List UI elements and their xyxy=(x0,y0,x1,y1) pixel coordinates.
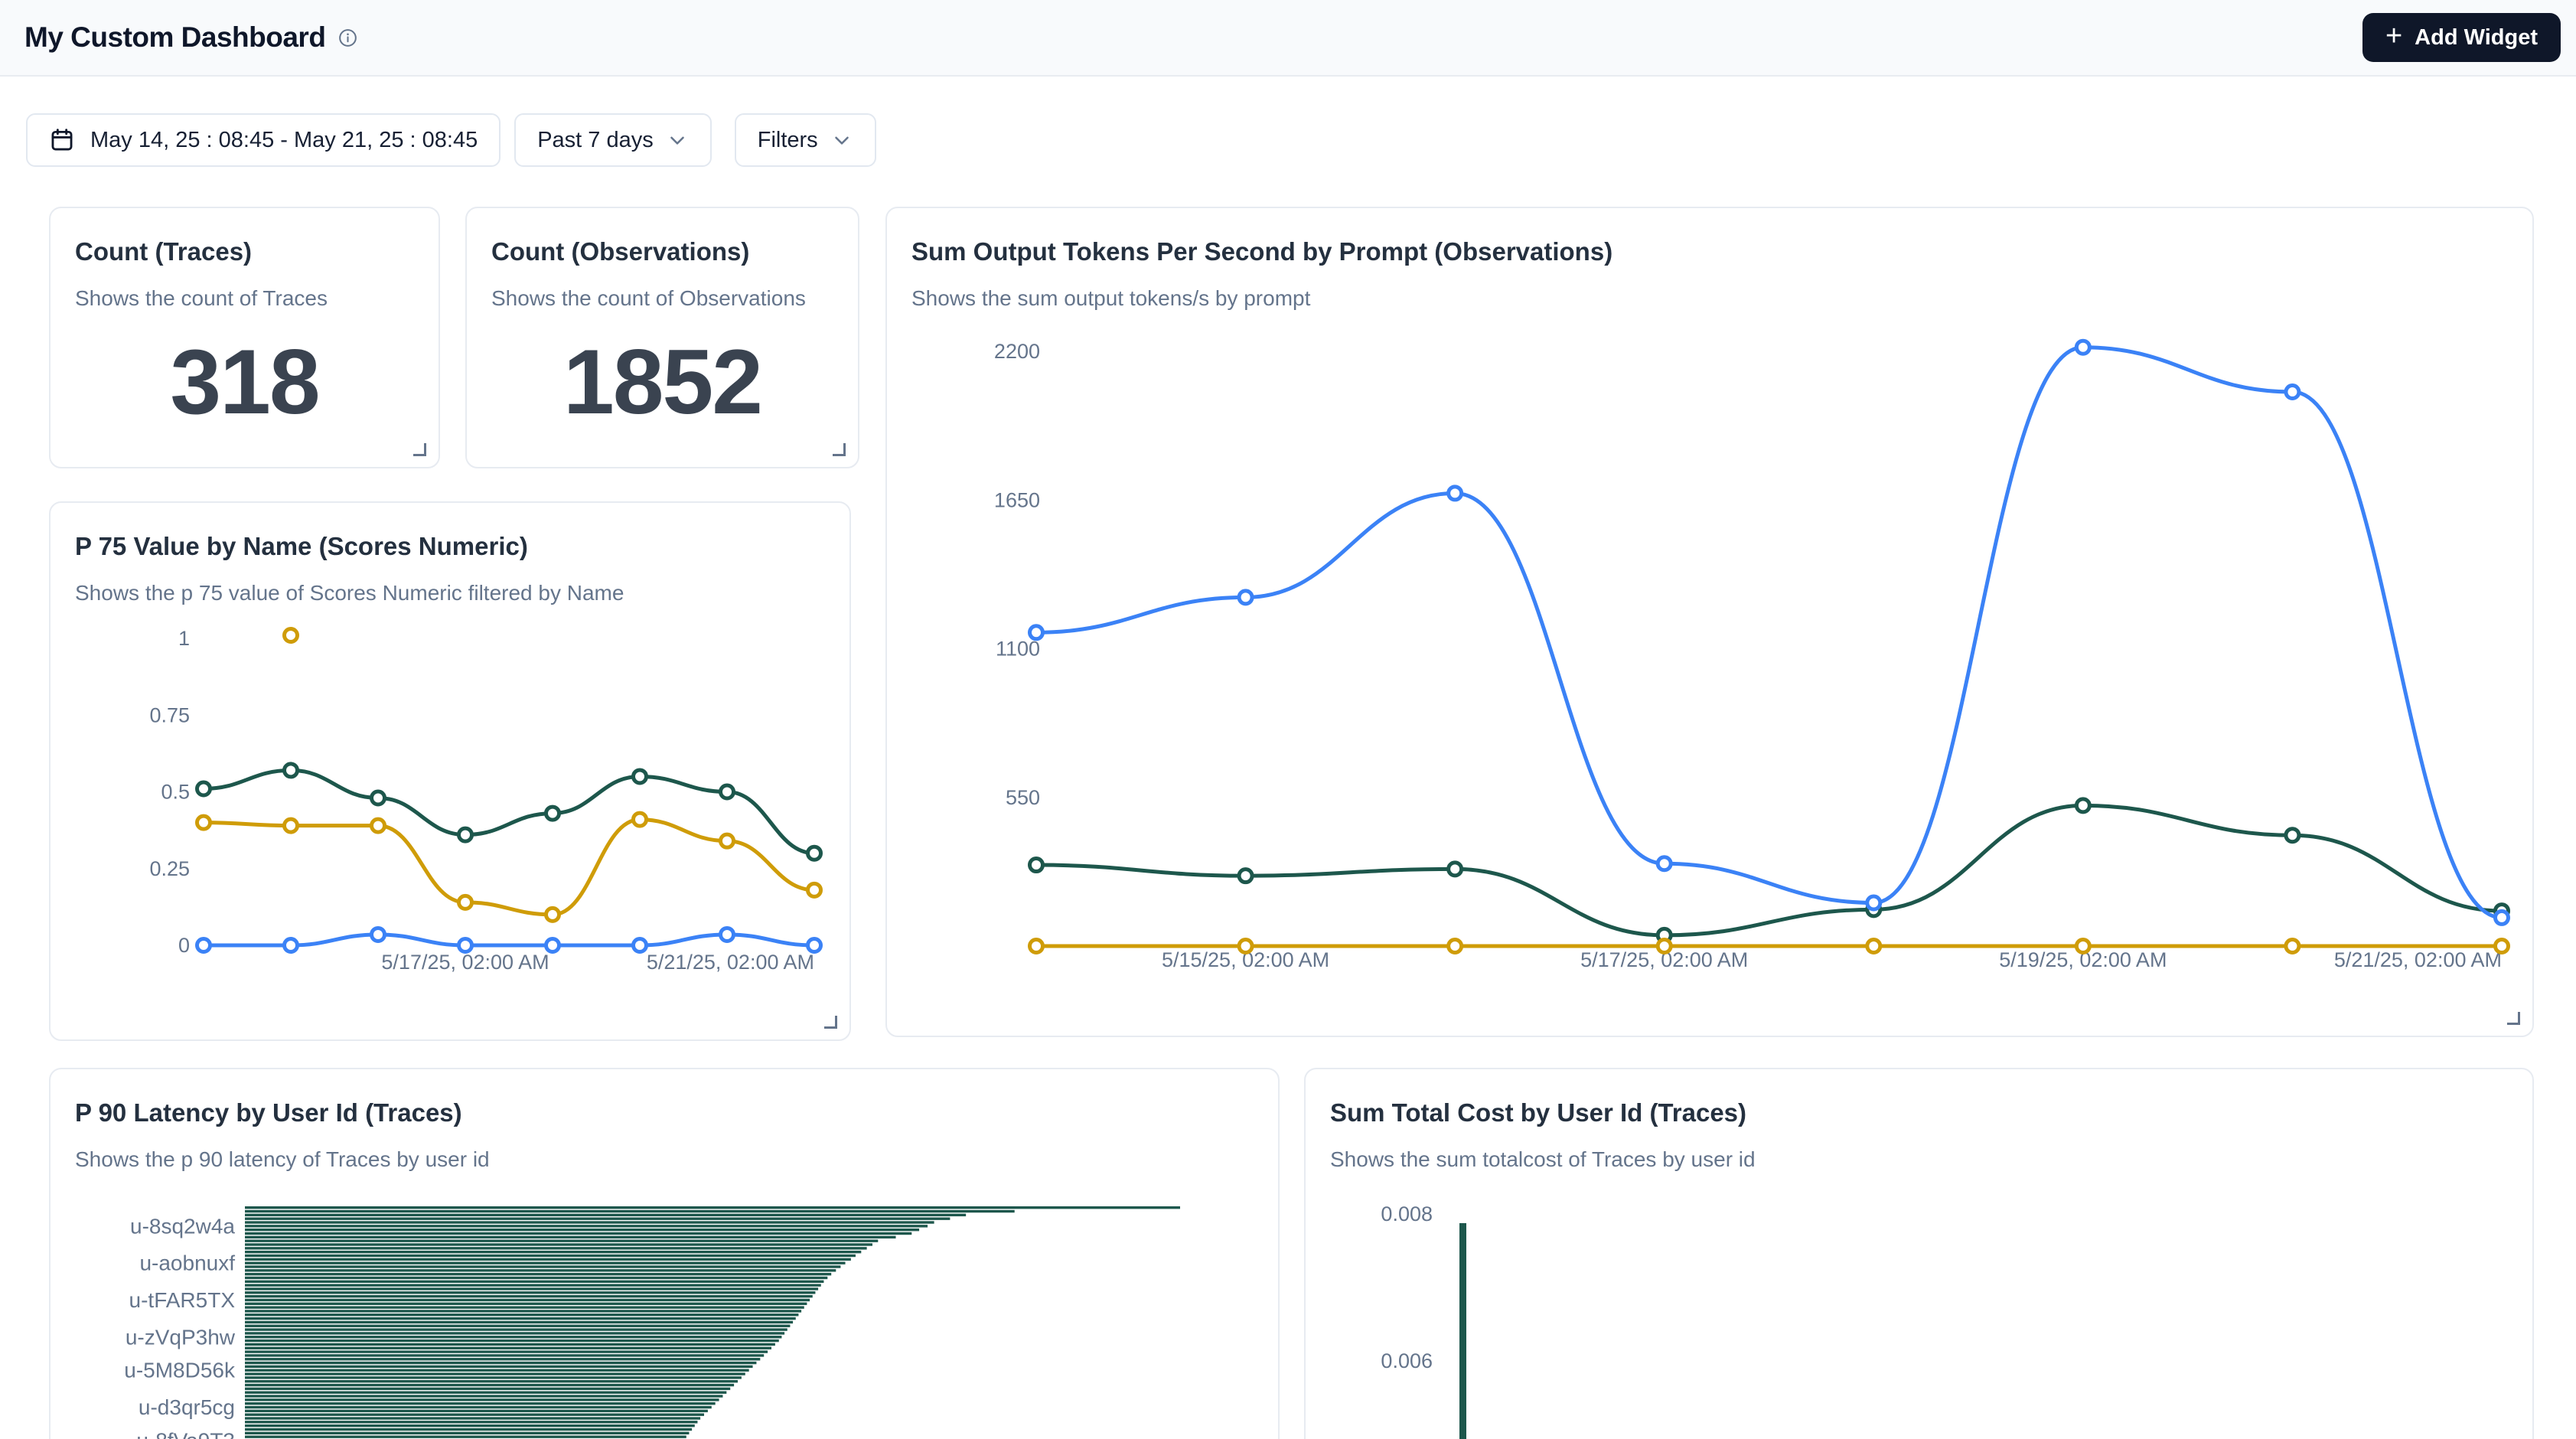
widget-title: Count (Observations) xyxy=(491,237,749,266)
svg-text:u-aobnuxf: u-aobnuxf xyxy=(139,1251,235,1275)
filter-bar: May 14, 25 : 08:45 - May 21, 25 : 08:45 … xyxy=(26,113,876,167)
svg-text:0.75: 0.75 xyxy=(149,703,190,726)
p75-line-chart: 0 0.25 0.5 0.75 1 5/17/25, 02:00 AM 5/21/25, 0… xyxy=(51,503,849,1039)
calendar-icon xyxy=(49,127,75,153)
svg-text:u-d3qr5cg: u-d3qr5cg xyxy=(139,1395,235,1419)
svg-text:u-8sq2w4a: u-8sq2w4a xyxy=(130,1214,235,1238)
page-title: My Custom Dashboard xyxy=(24,21,325,54)
filters-dropdown[interactable]: Filters xyxy=(735,113,876,167)
widget-count-observations: Count (Observations) Shows the count of … xyxy=(465,207,859,468)
svg-text:550: 550 xyxy=(1006,786,1040,809)
svg-text:u-tFAR5TX: u-tFAR5TX xyxy=(129,1288,236,1312)
filters-label: Filters xyxy=(758,128,818,153)
svg-text:2200: 2200 xyxy=(994,340,1040,363)
add-widget-button[interactable]: + Add Widget xyxy=(2362,13,2561,62)
widget-count-traces: Count (Traces) Shows the count of Traces… xyxy=(49,207,440,468)
widget-p90-latency: P 90 Latency by User Id (Traces) Shows t… xyxy=(49,1068,1280,1439)
svg-text:0.25: 0.25 xyxy=(149,857,190,880)
svg-text:1: 1 xyxy=(178,627,190,650)
widget-subtitle: Shows the count of Traces xyxy=(75,286,328,311)
date-range-button[interactable]: May 14, 25 : 08:45 - May 21, 25 : 08:45 xyxy=(26,113,501,167)
widget-title: Count (Traces) xyxy=(75,237,252,266)
p90-bar-chart: u-8sq2w4a u-aobnuxf u-tFAR5TX u-zVqP3hw u-5M… xyxy=(51,1069,1278,1439)
chevron-down-icon xyxy=(830,129,853,152)
widget-subtitle: Shows the count of Observations xyxy=(491,286,806,311)
resize-handle[interactable] xyxy=(824,1016,837,1029)
widget-p75-by-name: P 75 Value by Name (Scores Numeric) Show… xyxy=(49,501,851,1041)
svg-text:0.5: 0.5 xyxy=(161,781,190,804)
resize-handle[interactable] xyxy=(833,443,846,456)
dashboard-page: My Custom Dashboard + Add Widget xyxy=(0,0,2576,1439)
widget-tokens-by-prompt: Sum Output Tokens Per Second by Prompt (… xyxy=(885,207,2534,1037)
cost-bar-chart: 0.008 0.006 xyxy=(1306,1069,2532,1439)
count-traces-value: 318 xyxy=(51,315,439,449)
svg-text:1650: 1650 xyxy=(994,488,1040,511)
date-range-value: May 14, 25 : 08:45 - May 21, 25 : 08:45 xyxy=(90,128,478,153)
widget-cost-by-user: Sum Total Cost by User Id (Traces) Shows… xyxy=(1304,1068,2534,1439)
svg-text:u-8fVa9T3: u-8fVa9T3 xyxy=(136,1428,235,1439)
svg-text:5/21/25, 02:00 AM: 5/21/25, 02:00 AM xyxy=(2334,948,2502,971)
svg-text:0.008: 0.008 xyxy=(1381,1202,1433,1225)
chevron-down-icon xyxy=(666,129,689,152)
svg-text:5/21/25, 02:00 AM: 5/21/25, 02:00 AM xyxy=(647,951,814,974)
svg-text:1100: 1100 xyxy=(996,638,1040,661)
svg-text:5/17/25, 02:00 AM: 5/17/25, 02:00 AM xyxy=(381,951,549,974)
tokens-line-chart: 05501100165022005/15/25, 02:00 AM5/17/25… xyxy=(887,208,2532,1036)
add-widget-label: Add Widget xyxy=(2415,25,2538,51)
preset-value: Past 7 days xyxy=(537,128,654,153)
svg-text:0.006: 0.006 xyxy=(1381,1349,1433,1372)
plus-icon: + xyxy=(2385,21,2402,51)
svg-text:0: 0 xyxy=(178,934,190,957)
preset-dropdown[interactable]: Past 7 days xyxy=(514,113,712,167)
count-observations-value: 1852 xyxy=(467,315,858,449)
svg-text:u-zVqP3hw: u-zVqP3hw xyxy=(126,1325,236,1349)
resize-handle[interactable] xyxy=(413,443,426,456)
page-header: My Custom Dashboard + Add Widget xyxy=(0,0,2576,77)
resize-handle[interactable] xyxy=(2507,1012,2520,1025)
svg-text:u-5M8D56k: u-5M8D56k xyxy=(124,1359,236,1382)
info-icon[interactable] xyxy=(337,28,358,48)
